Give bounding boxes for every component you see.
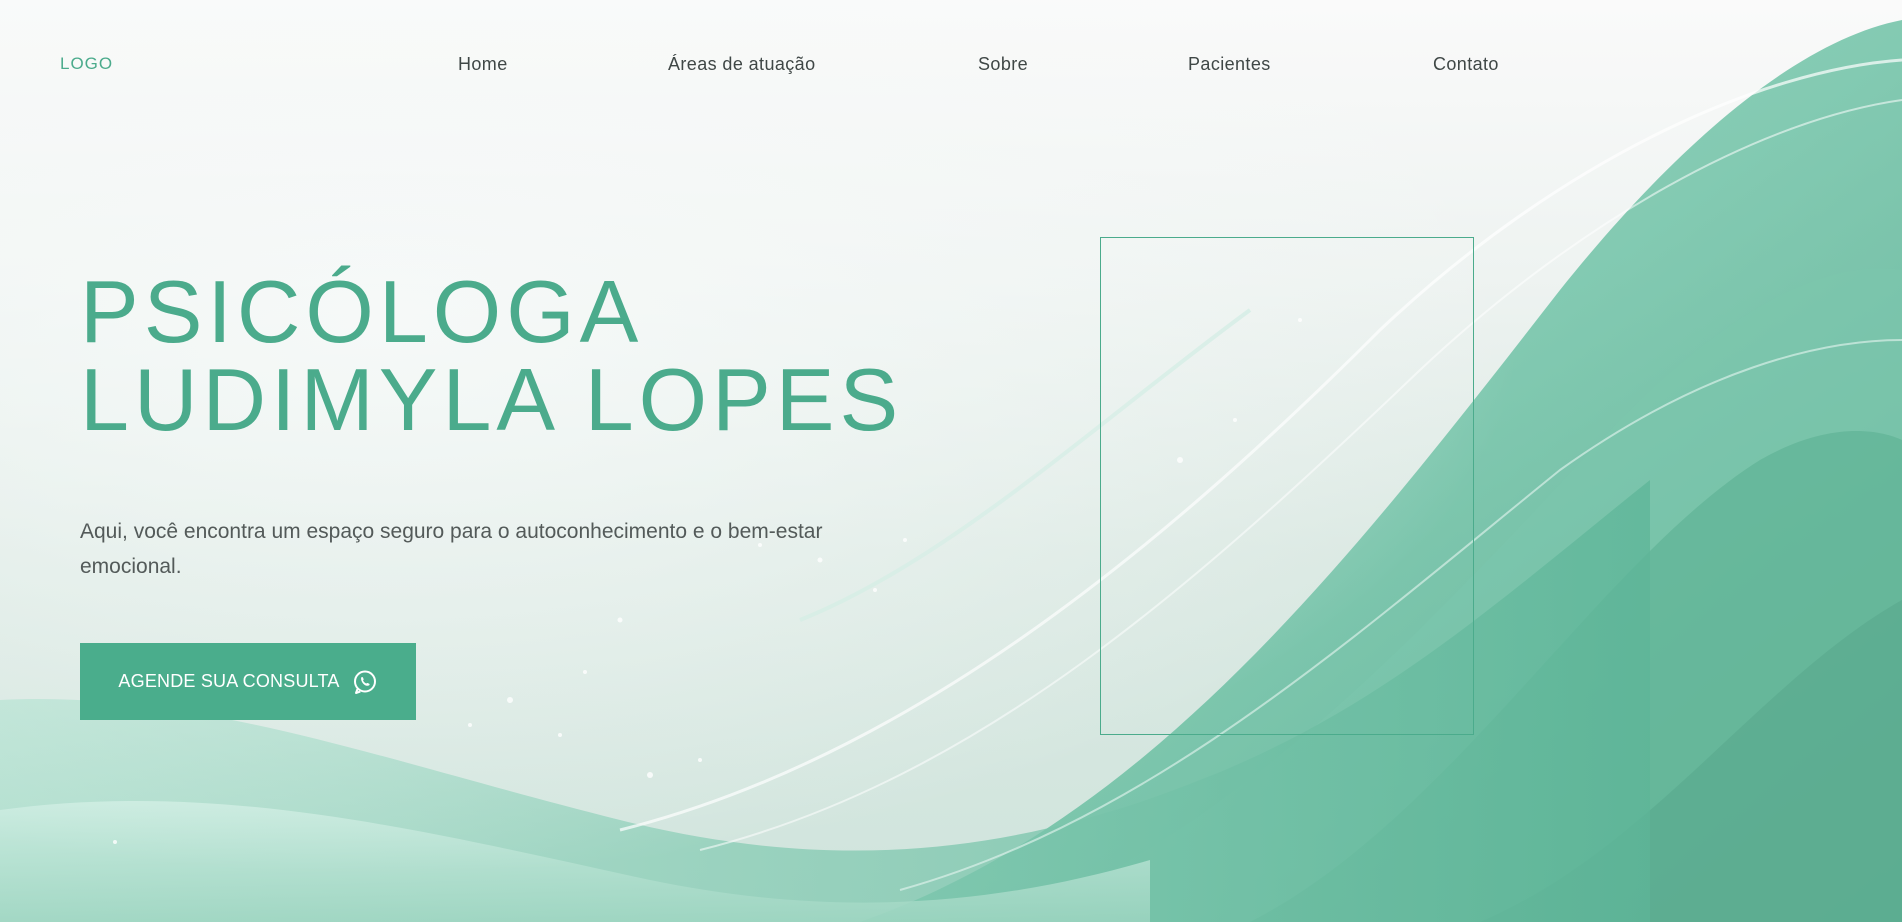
nav-link-pacientes[interactable]: Pacientes: [1188, 54, 1271, 75]
nav-link-contato[interactable]: Contato: [1433, 54, 1499, 75]
hero-title-line1: PSICÓLOGA: [80, 262, 644, 361]
schedule-consultation-button[interactable]: AGENDE SUA CONSULTA: [80, 643, 416, 720]
nav-link-home[interactable]: Home: [458, 54, 508, 75]
background-wave-art: [0, 0, 1902, 922]
hero-title-line2: LUDIMYLA LOPES: [80, 350, 904, 449]
nav-link-sobre[interactable]: Sobre: [978, 54, 1028, 75]
whatsapp-icon: [353, 670, 376, 694]
hero-subtitle: Aqui, você encontra um espaço seguro par…: [80, 520, 823, 578]
hero-section: PSICÓLOGA LUDIMYLA LOPES Aqui, você enco…: [80, 268, 980, 720]
top-navbar: LOGO Home Áreas de atuação Sobre Pacient…: [0, 0, 1902, 130]
decorative-frame: [1100, 237, 1474, 735]
cta-button-label: AGENDE SUA CONSULTA: [118, 671, 340, 691]
nav-link-areas-de-atuacao[interactable]: Áreas de atuação: [668, 54, 816, 75]
hero-title: PSICÓLOGA LUDIMYLA LOPES: [80, 268, 980, 444]
logo-link[interactable]: LOGO: [60, 54, 113, 74]
